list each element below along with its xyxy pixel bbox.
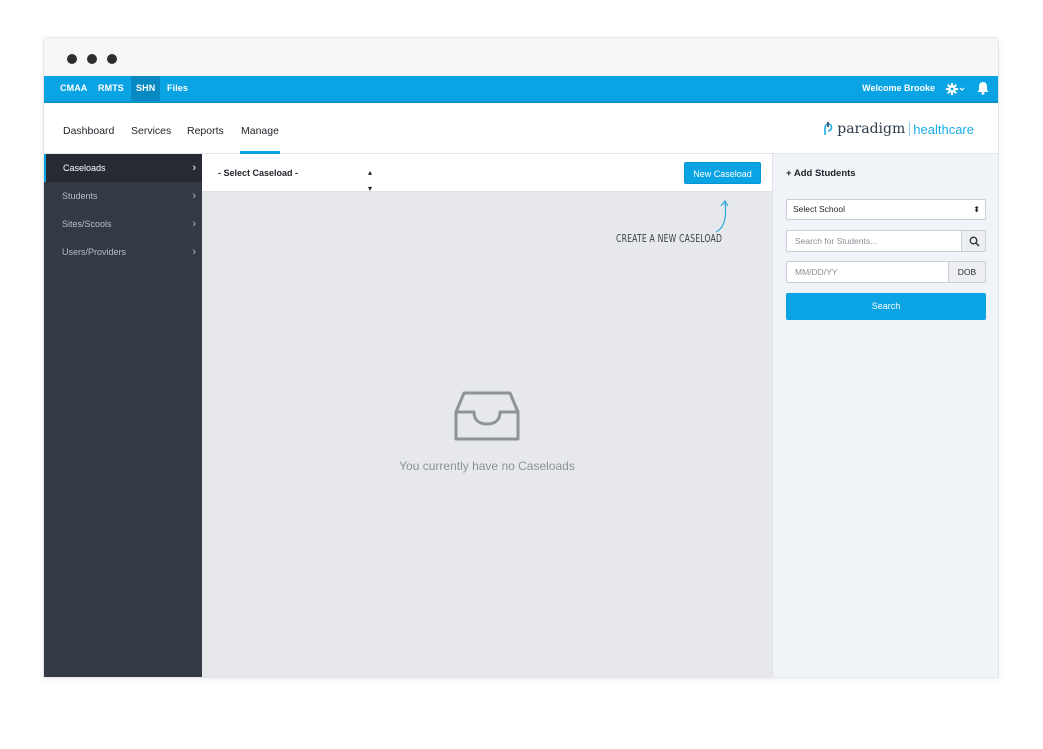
- sidebar-item-users-providers[interactable]: Users/Providers ›: [44, 238, 202, 266]
- nav-services[interactable]: Services: [131, 103, 171, 154]
- dob-label: DOB: [948, 261, 986, 283]
- chevron-right-icon: ›: [192, 190, 196, 202]
- caseload-select-value: - Select Caseload -: [218, 168, 299, 178]
- sidebar-item-caseloads[interactable]: Caseloads ›: [44, 154, 202, 182]
- top-link-files[interactable]: Files: [167, 76, 188, 101]
- top-link-rmts[interactable]: RMTS: [98, 76, 124, 101]
- search-students-button[interactable]: Search: [786, 293, 986, 320]
- top-app-bar: CMAA RMTS SHN Files Welcome Brooke: [44, 76, 998, 103]
- chevron-right-icon: ›: [192, 218, 196, 230]
- new-caseload-button[interactable]: New Caseload: [684, 162, 761, 184]
- window-chrome: [44, 38, 998, 76]
- sidebar-item-label: Sites/Scools: [62, 219, 112, 229]
- top-link-cmaa[interactable]: CMAA: [60, 76, 87, 101]
- window-control-dot[interactable]: [87, 54, 97, 64]
- caseload-main-panel: - Select Caseload - ▴ ▾ New Caseload CREA…: [202, 154, 772, 677]
- nav-manage[interactable]: Manage: [240, 103, 280, 154]
- nav-reports[interactable]: Reports: [187, 103, 224, 154]
- sidebar-item-students[interactable]: Students ›: [44, 182, 202, 210]
- gear-icon[interactable]: [946, 82, 965, 96]
- main-nav: Dashboard Services Reports Manage paradi…: [44, 103, 998, 154]
- logo-main-text: paradigm: [837, 121, 906, 137]
- top-link-shn[interactable]: SHN: [131, 76, 161, 101]
- add-students-title[interactable]: + Add Students: [786, 168, 856, 179]
- create-caseload-hint: CREATE A NEW CASELOAD: [616, 233, 723, 245]
- logo-divider: [909, 122, 911, 136]
- chevron-right-icon: ›: [192, 246, 196, 258]
- hint-arrow-icon: [715, 199, 729, 233]
- dob-input[interactable]: MM/DD/YY: [786, 261, 948, 283]
- sidebar-item-label: Caseloads: [63, 163, 106, 173]
- logo-mark-icon: [824, 122, 833, 135]
- inbox-tray-icon: [454, 391, 520, 441]
- sidebar-item-label: Students: [62, 191, 98, 201]
- caseload-toolbar: - Select Caseload - ▴ ▾ New Caseload: [202, 154, 772, 193]
- select-updown-icon: ▴ ▾: [367, 168, 372, 193]
- logo-sub-text: healthcare: [913, 121, 974, 137]
- school-select[interactable]: Select School ⬍: [786, 199, 986, 220]
- window-control-dot[interactable]: [107, 54, 117, 64]
- sidebar: Caseloads › Students › Sites/Scools › Us…: [44, 154, 202, 677]
- sidebar-item-label: Users/Providers: [62, 247, 127, 257]
- bell-icon[interactable]: [977, 81, 989, 95]
- welcome-user-text[interactable]: Welcome Brooke: [862, 76, 935, 101]
- chevron-right-icon: ›: [192, 162, 196, 174]
- add-students-panel: + Add Students Select School ⬍ Search fo…: [772, 154, 998, 677]
- student-search-input[interactable]: Search for Students...: [786, 230, 961, 252]
- caseload-select[interactable]: - Select Caseload - ▴ ▾: [218, 165, 372, 193]
- window-control-dot[interactable]: [67, 54, 77, 64]
- search-button[interactable]: [961, 230, 986, 252]
- paradigm-logo[interactable]: paradigm healthcare: [823, 120, 974, 138]
- empty-state-message: You currently have no Caseloads: [399, 459, 575, 473]
- search-icon: [969, 236, 980, 247]
- select-updown-icon: ⬍: [973, 205, 980, 214]
- nav-dashboard[interactable]: Dashboard: [63, 103, 114, 154]
- school-select-value: Select School: [793, 204, 845, 214]
- browser-window: CMAA RMTS SHN Files Welcome Brooke Dashb…: [44, 38, 998, 677]
- sidebar-item-sites[interactable]: Sites/Scools ›: [44, 210, 202, 238]
